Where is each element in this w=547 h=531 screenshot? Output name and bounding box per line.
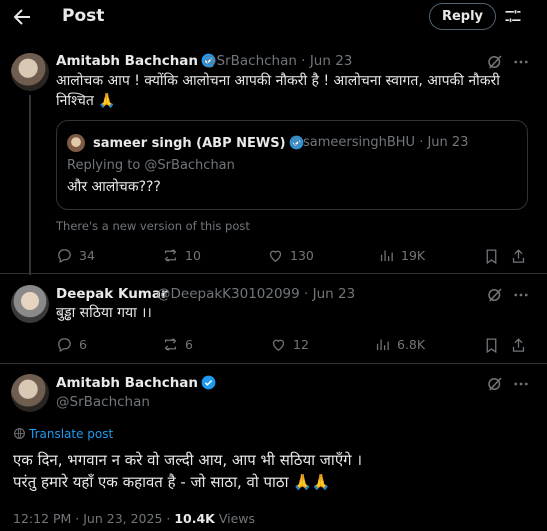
share-icon[interactable]	[510, 248, 527, 265]
grok-icon[interactable]	[486, 286, 504, 304]
verified-badge-icon	[201, 375, 216, 390]
repost-icon	[164, 338, 177, 351]
reply-count: 6	[79, 337, 87, 352]
translate-label[interactable]: Translate post	[29, 427, 113, 441]
post-author[interactable]: Amitabh Bachchan	[56, 53, 216, 69]
post-text-line: निश्चित 🙏	[56, 93, 116, 109]
bookmark-icon[interactable]	[483, 248, 500, 265]
like-count: 12	[293, 337, 309, 352]
author-name[interactable]: sameer singh (ABP NEWS)	[93, 136, 286, 151]
heart-icon	[269, 250, 282, 262]
avatar[interactable]	[11, 285, 49, 323]
header: Post Reply	[0, 0, 547, 34]
post-handle[interactable]: @SrBachchan	[56, 394, 150, 410]
arrow-left-icon[interactable]	[10, 5, 34, 29]
quote-text: और आलोचक???	[67, 179, 161, 195]
thread-line	[29, 95, 31, 275]
divider	[0, 273, 547, 274]
analytics-icon	[376, 339, 389, 351]
author-name[interactable]: Amitabh Bachchan	[56, 375, 198, 391]
more-icon[interactable]	[512, 375, 530, 393]
post-text-line: आलोचक आप ! क्योंकि आलोचना आपकी नौकरी है …	[56, 73, 500, 89]
translate-post[interactable]: Translate post	[13, 427, 113, 441]
post-author[interactable]: Amitabh Bachchan	[56, 375, 216, 391]
reply-icon	[58, 249, 71, 264]
page-title: Post	[62, 6, 105, 26]
divider	[0, 363, 547, 364]
repost-icon	[164, 249, 177, 262]
like-action[interactable]: 130	[267, 247, 314, 264]
grok-icon[interactable]	[486, 53, 504, 71]
like-count: 130	[290, 248, 314, 263]
reply-icon	[58, 338, 71, 353]
main-text-line: परंतु हमारे यहाँ एक कहावत है - जो साठा, …	[13, 473, 331, 491]
views-action[interactable]: 6.8K	[374, 336, 425, 353]
views-count: 6.8K	[397, 337, 426, 352]
repost-action[interactable]: 10	[162, 247, 201, 264]
views-action[interactable]: 19K	[378, 247, 425, 264]
avatar[interactable]	[11, 53, 49, 91]
views-count: 19K	[401, 248, 426, 263]
post-timestamp[interactable]: 12:12 PM · Jun 23, 2025 · 10.4K Views	[13, 511, 255, 526]
avatar[interactable]	[67, 134, 85, 152]
grok-icon[interactable]	[486, 375, 504, 393]
quoted-post[interactable]: sameer singh (ABP NEWS) @sameersinghBHU …	[56, 120, 528, 210]
repost-action[interactable]: 6	[162, 336, 193, 353]
replying-to[interactable]: Replying to @SrBachchan	[67, 158, 235, 173]
author-name[interactable]: Amitabh Bachchan	[56, 53, 198, 69]
main-text-line: एक दिन, भगवान न करे वो जल्दी आय, आप भी स…	[13, 451, 363, 469]
post-handle-time[interactable]: @DeepakK30102099 · Jun 23	[157, 286, 355, 302]
new-version-notice: There's a new version of this post	[56, 219, 250, 233]
more-icon[interactable]	[512, 53, 530, 71]
heart-icon	[272, 339, 285, 351]
more-icon[interactable]	[512, 286, 530, 304]
repost-count: 10	[185, 248, 201, 263]
bookmark-icon[interactable]	[483, 337, 500, 354]
translate-icon	[14, 428, 25, 439]
repost-count: 6	[185, 337, 193, 352]
timestamp[interactable]: 12:12 PM · Jun 23, 2025 ·	[13, 511, 174, 526]
reply-action[interactable]: 6	[56, 336, 87, 353]
post-author[interactable]: Deepak Kumar	[56, 286, 168, 302]
reply-count: 34	[79, 248, 95, 263]
like-action[interactable]: 12	[270, 336, 309, 353]
analytics-icon	[380, 250, 393, 262]
post-handle-time[interactable]: @SrBachchan · Jun 23	[203, 53, 352, 69]
reply-action[interactable]: 34	[56, 247, 95, 264]
quote-author[interactable]: sameer singh (ABP NEWS)	[93, 135, 304, 151]
avatar[interactable]	[11, 374, 49, 412]
share-icon[interactable]	[510, 337, 527, 354]
reply-button[interactable]: Reply	[429, 3, 496, 30]
quote-handle-time[interactable]: @sameersinghBHU · Jun 23	[290, 135, 468, 150]
views-count: 10.4K	[174, 511, 215, 526]
post-text: बुड्ढा सठिया गया ।।	[56, 305, 152, 321]
sliders-icon[interactable]	[503, 6, 523, 26]
views-label: Views	[214, 511, 256, 526]
